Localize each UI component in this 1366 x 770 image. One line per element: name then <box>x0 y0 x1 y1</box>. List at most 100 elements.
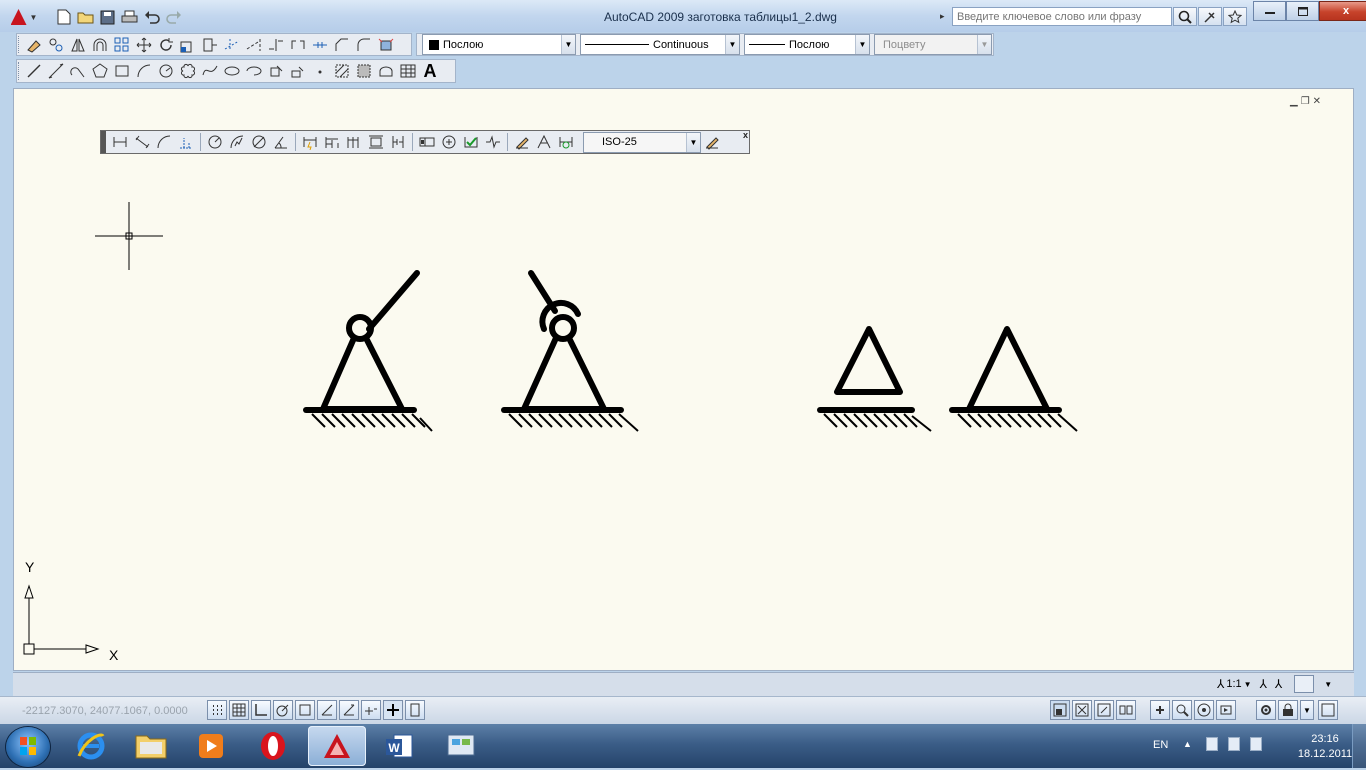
volume-icon[interactable] <box>1250 737 1262 751</box>
pan-button[interactable] <box>1150 700 1170 720</box>
explode-icon[interactable] <box>375 34 397 55</box>
toolbar-lock-icon[interactable] <box>1294 675 1315 693</box>
model-space-button[interactable] <box>1050 700 1070 720</box>
communication-center-button[interactable] <box>1198 7 1222 26</box>
lineweight-dropdown[interactable]: Послою ▼ <box>744 34 870 55</box>
redo-icon[interactable] <box>164 8 183 26</box>
dynamic-ucs-button[interactable] <box>339 700 359 720</box>
search-input[interactable] <box>952 7 1172 26</box>
center-mark-icon[interactable] <box>438 132 460 153</box>
minimize-button[interactable] <box>1253 1 1286 21</box>
dimension-text-edit-icon[interactable] <box>533 132 555 153</box>
toolbar-grip[interactable] <box>18 62 21 80</box>
trim-icon[interactable] <box>221 34 243 55</box>
mirror-icon[interactable] <box>67 34 89 55</box>
maximize-button[interactable] <box>1286 1 1319 21</box>
linetype-dropdown[interactable]: Continuous ▼ <box>580 34 740 55</box>
dimension-update-icon[interactable] <box>555 132 577 153</box>
taskbar-internet-explorer[interactable] <box>62 726 120 766</box>
ellipse-icon[interactable] <box>221 61 243 82</box>
object-snap-button[interactable] <box>295 700 315 720</box>
dimension-edit-icon[interactable] <box>511 132 533 153</box>
point-icon[interactable] <box>309 61 331 82</box>
polygon-icon[interactable] <box>89 61 111 82</box>
snap-mode-button[interactable] <box>207 700 227 720</box>
close-icon[interactable]: ✕ <box>1313 96 1321 107</box>
undo-icon[interactable] <box>142 8 161 26</box>
taskbar-word[interactable]: W <box>370 726 428 766</box>
clean-screen-button[interactable] <box>1318 700 1338 720</box>
workspace-switching-button[interactable] <box>1256 700 1276 720</box>
save-icon[interactable] <box>98 8 117 26</box>
layout2-button[interactable] <box>1094 700 1114 720</box>
auto-scale-icon[interactable]: ⅄ <box>1275 677 1282 691</box>
ordinate-dimension-icon[interactable] <box>175 132 197 153</box>
taskbar-media-player[interactable] <box>182 726 240 766</box>
jogged-linear-icon[interactable] <box>482 132 504 153</box>
fillet-icon[interactable] <box>353 34 375 55</box>
angular-dimension-icon[interactable] <box>270 132 292 153</box>
erase-icon[interactable] <box>23 34 45 55</box>
tolerance-icon[interactable] <box>416 132 438 153</box>
construction-line-icon[interactable] <box>45 61 67 82</box>
chevron-down-icon[interactable]: ▼ <box>1244 680 1252 689</box>
inspection-icon[interactable] <box>460 132 482 153</box>
array-icon[interactable] <box>111 34 133 55</box>
network-icon[interactable] <box>1206 737 1218 751</box>
taskbar-autocad[interactable] <box>308 726 366 766</box>
start-button[interactable] <box>6 727 50 767</box>
continue-dimension-icon[interactable] <box>343 132 365 153</box>
join-icon[interactable] <box>309 34 331 55</box>
polar-tracking-button[interactable] <box>273 700 293 720</box>
insert-block-icon[interactable] <box>265 61 287 82</box>
circle-icon[interactable] <box>155 61 177 82</box>
ortho-mode-button[interactable] <box>251 700 271 720</box>
restore-icon[interactable]: ❐ <box>1301 96 1310 107</box>
revision-cloud-icon[interactable] <box>177 61 199 82</box>
open-folder-icon[interactable] <box>76 8 95 26</box>
linear-dimension-icon[interactable] <box>109 132 131 153</box>
multiline-text-icon[interactable]: A <box>419 61 441 82</box>
close-button[interactable]: x <box>1319 1 1366 21</box>
gradient-icon[interactable] <box>353 61 375 82</box>
dimension-style-dropdown[interactable]: ISO-25 ▼ <box>583 131 701 153</box>
favorites-button[interactable] <box>1223 7 1247 26</box>
coordinates-readout[interactable]: -22127.3070, 24077.1067, 0.0000 <box>22 705 188 717</box>
grid-display-button[interactable] <box>229 700 249 720</box>
rotate-icon[interactable] <box>155 34 177 55</box>
layout1-button[interactable] <box>1072 700 1092 720</box>
dynamic-input-button[interactable] <box>361 700 381 720</box>
quick-properties-button[interactable] <box>405 700 425 720</box>
scale-icon[interactable] <box>177 34 199 55</box>
chevron-right-icon[interactable]: ▸ <box>940 11 952 22</box>
taskbar-control-panel[interactable] <box>432 726 490 766</box>
drawing-area[interactable]: Y X <box>13 88 1354 671</box>
polyline-icon[interactable] <box>67 61 89 82</box>
line-icon[interactable] <box>23 61 45 82</box>
showmotion-button[interactable] <box>1216 700 1236 720</box>
object-snap-tracking-button[interactable] <box>317 700 337 720</box>
close-icon[interactable]: x <box>743 130 748 140</box>
clock[interactable]: 23:16 18.12.2011 <box>1290 732 1360 762</box>
zoom-button[interactable] <box>1172 700 1192 720</box>
new-file-icon[interactable] <box>54 8 73 26</box>
dimension-style-manager-icon[interactable] <box>701 132 723 153</box>
spline-icon[interactable] <box>199 61 221 82</box>
status-bar-menu-button[interactable]: ▼ <box>1300 700 1314 720</box>
quick-dimension-icon[interactable] <box>299 132 321 153</box>
chamfer-icon[interactable] <box>331 34 353 55</box>
annotation-visibility-icon[interactable]: ⅄ <box>1260 677 1267 691</box>
radius-dimension-icon[interactable] <box>204 132 226 153</box>
arc-icon[interactable] <box>133 61 155 82</box>
color-dropdown[interactable]: Послою ▼ <box>422 34 576 55</box>
break-at-point-icon[interactable] <box>265 34 287 55</box>
make-block-icon[interactable] <box>287 61 309 82</box>
chevron-down-icon[interactable]: ▼ <box>1324 680 1332 689</box>
hatch-icon[interactable] <box>331 61 353 82</box>
copy-icon[interactable] <box>45 34 67 55</box>
dimension-space-icon[interactable] <box>365 132 387 153</box>
arc-length-icon[interactable] <box>153 132 175 153</box>
diameter-dimension-icon[interactable] <box>248 132 270 153</box>
steering-wheel-button[interactable] <box>1194 700 1214 720</box>
aligned-dimension-icon[interactable] <box>131 132 153 153</box>
